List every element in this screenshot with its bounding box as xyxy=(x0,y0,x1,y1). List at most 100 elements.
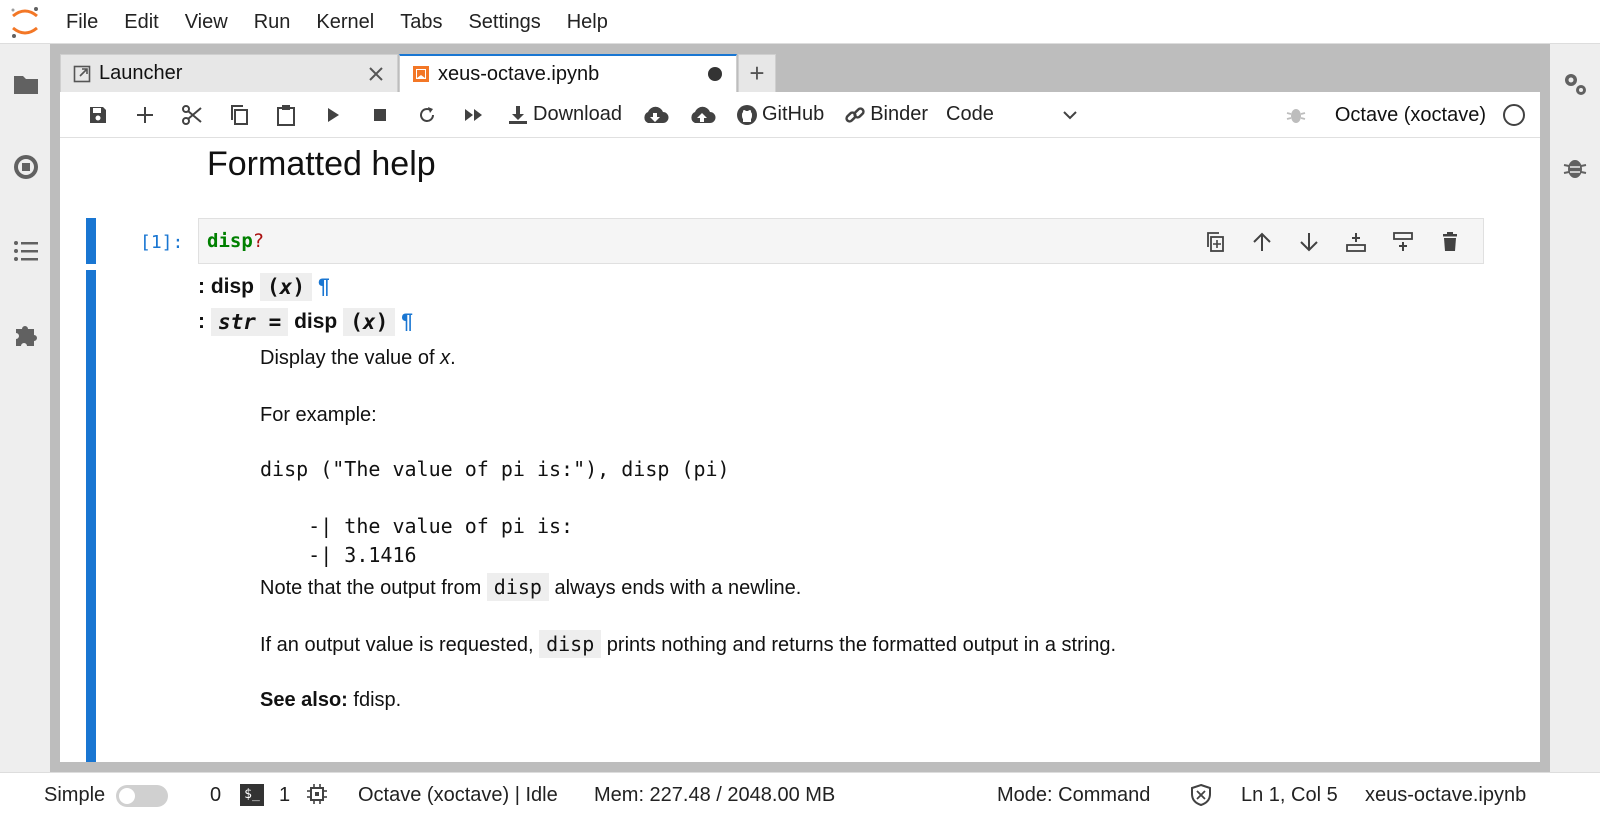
download-icon xyxy=(509,105,527,124)
paste-icon xyxy=(276,104,295,126)
debugger-icon[interactable] xyxy=(1561,153,1589,181)
duplicate-cell-button[interactable] xyxy=(1191,219,1238,265)
note-code: disp xyxy=(486,573,549,601)
menu-kernel[interactable]: Kernel xyxy=(303,0,387,44)
desc-var: x xyxy=(440,347,451,369)
insert-above-icon xyxy=(1345,233,1366,252)
cloud-download-icon xyxy=(644,106,669,123)
menu-settings[interactable]: Settings xyxy=(455,0,553,44)
req-after: prints nothing and returns the formatted… xyxy=(601,634,1116,656)
kernel-status-circle-icon xyxy=(1503,104,1525,126)
cloud-download-button[interactable] xyxy=(632,92,679,138)
see-also-line: See also: fdisp. xyxy=(260,689,401,712)
launcher-icon xyxy=(73,65,91,82)
sig2-close: ) xyxy=(375,310,389,334)
sig2-ret-chip: str = xyxy=(211,308,289,336)
new-tab-button[interactable]: + xyxy=(738,54,776,92)
save-button[interactable] xyxy=(74,92,121,138)
terminal-count[interactable]: 0 xyxy=(210,773,221,817)
stop-icon xyxy=(373,108,386,121)
fast-forward-icon xyxy=(464,108,482,121)
sig1-args: (x) xyxy=(260,273,312,301)
main-area: Launcher xeus-octave.ipynb + Download Gi… xyxy=(50,44,1550,772)
current-file: xeus-octave.ipynb xyxy=(1365,784,1527,806)
sig2-args: (x) xyxy=(343,308,396,336)
pilcrow-link[interactable]: ¶ xyxy=(318,275,330,299)
table-of-contents-icon[interactable] xyxy=(12,237,40,265)
example-output-1: -| the value of pi is: xyxy=(260,514,574,538)
folder-icon[interactable] xyxy=(12,70,40,98)
kernel-area: Octave (xoctave) xyxy=(1285,92,1526,138)
kernel-status-text[interactable]: Octave (xoctave) | Idle xyxy=(358,773,558,817)
restart-run-all-button[interactable] xyxy=(450,92,497,138)
close-icon[interactable] xyxy=(367,65,385,83)
run-button[interactable] xyxy=(309,92,356,138)
binder-button[interactable]: Binder xyxy=(834,92,938,138)
menu-edit[interactable]: Edit xyxy=(111,0,171,44)
tab-launcher[interactable]: Launcher xyxy=(60,54,398,92)
menu-run[interactable]: Run xyxy=(241,0,304,44)
notebook-icon xyxy=(413,66,429,82)
code-help-suffix: ? xyxy=(252,230,265,252)
chevron-down-icon xyxy=(1063,110,1077,119)
copy-button[interactable] xyxy=(215,92,262,138)
tab-notebook[interactable]: xeus-octave.ipynb xyxy=(399,54,737,92)
duplicate-icon xyxy=(1206,232,1224,252)
insert-above-button[interactable] xyxy=(1332,219,1379,265)
sig2-arg: x xyxy=(362,310,376,334)
desc-text: Display the value of xyxy=(260,347,441,369)
code-token: disp xyxy=(207,230,253,252)
req-before: If an output value is requested, xyxy=(260,634,540,656)
copy-icon xyxy=(230,104,248,125)
insert-below-icon xyxy=(1392,232,1413,251)
cell-output-collapser[interactable] xyxy=(86,270,96,762)
paste-button[interactable] xyxy=(262,92,309,138)
running-sessions-icon[interactable] xyxy=(12,153,40,181)
cut-button[interactable] xyxy=(168,92,215,138)
shield-icon[interactable] xyxy=(1190,783,1212,807)
memory-usage: Mem: 227.48 / 2048.00 MB xyxy=(594,784,836,806)
request-line: If an output value is requested, disp pr… xyxy=(260,630,1116,658)
unsaved-dot-icon[interactable] xyxy=(706,65,724,83)
notebook-content: Formatted help [1]: disp?: disp (x) ¶:… xyxy=(60,139,1540,762)
menu-tabs[interactable]: Tabs xyxy=(387,0,455,44)
interrupt-button[interactable] xyxy=(356,92,403,138)
property-inspector-icon[interactable] xyxy=(1561,70,1589,98)
cell-input-collapser[interactable] xyxy=(86,218,96,264)
code-cell-input[interactable]: disp? xyxy=(198,218,1484,264)
jupyter-logo-icon xyxy=(0,0,50,44)
sig2-name: disp xyxy=(294,310,338,333)
insert-below-button[interactable] xyxy=(1379,219,1426,265)
insert-cell-button[interactable] xyxy=(121,92,168,138)
move-down-button[interactable] xyxy=(1285,219,1332,265)
tab-bar: Launcher xeus-octave.ipynb + xyxy=(60,54,776,92)
cell-type-value: Code xyxy=(946,103,994,125)
req-code: disp xyxy=(539,630,602,658)
example-intro: For example: xyxy=(260,404,377,426)
see-also-value[interactable]: fdisp. xyxy=(348,689,401,711)
kernel-count[interactable]: 1 xyxy=(279,773,290,817)
move-up-button[interactable] xyxy=(1238,219,1285,265)
simple-mode-toggle[interactable] xyxy=(116,785,168,807)
extension-icon[interactable] xyxy=(12,320,40,348)
sig1-name: disp xyxy=(210,275,255,298)
menu-help[interactable]: Help xyxy=(554,0,621,44)
cursor-position[interactable]: Ln 1, Col 5 xyxy=(1241,773,1338,817)
cloud-upload-button[interactable] xyxy=(679,92,726,138)
sig1-close: ) xyxy=(292,275,305,299)
desc-end: . xyxy=(450,347,456,369)
pilcrow-link-2[interactable]: ¶ xyxy=(401,310,413,334)
github-button[interactable]: GitHub xyxy=(726,92,834,138)
bug-icon[interactable] xyxy=(1285,104,1307,126)
cell-type-select[interactable]: Code xyxy=(946,103,1086,126)
menu-view[interactable]: View xyxy=(172,0,241,44)
restart-button[interactable] xyxy=(403,92,450,138)
menu-file[interactable]: File xyxy=(50,0,111,44)
sig2-eq: = xyxy=(268,310,282,334)
kernel-name[interactable]: Octave (xoctave) xyxy=(1335,104,1486,127)
download-button[interactable]: Download xyxy=(497,92,632,138)
status-bar: Simple 0 $_ 1 Octave (xoctave) | Idle Me… xyxy=(0,772,1600,816)
github-icon xyxy=(736,104,757,125)
cell-prompt: [1]: xyxy=(140,232,184,253)
delete-cell-button[interactable] xyxy=(1426,219,1473,265)
